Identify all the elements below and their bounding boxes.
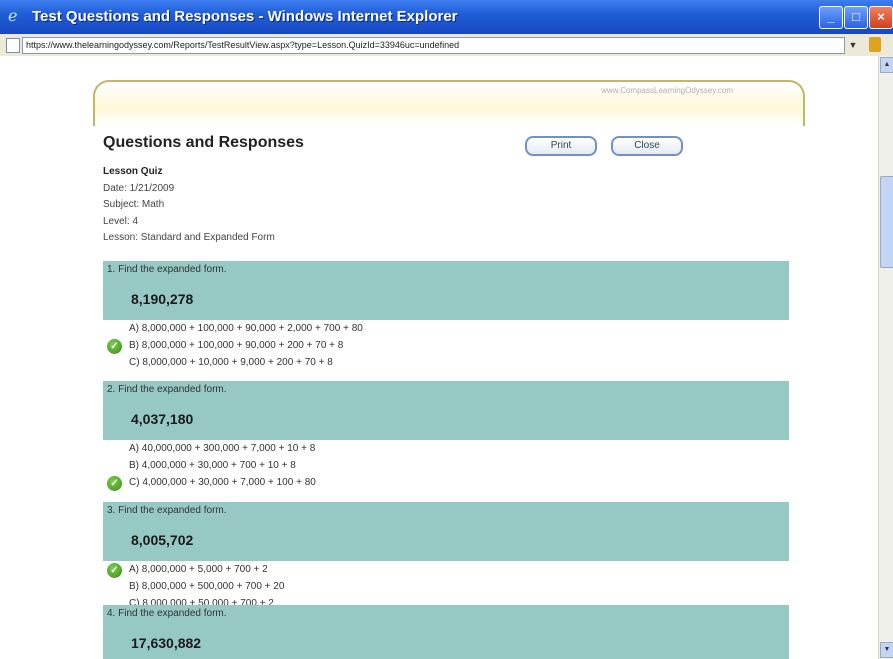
question-header: 1. Find the expanded form. 8,190,278	[103, 261, 789, 320]
lock-icon[interactable]	[869, 37, 881, 52]
question-header: 2. Find the expanded form. 4,037,180	[103, 381, 789, 440]
window-titlebar: ℯ Test Questions and Responses - Windows…	[0, 0, 893, 34]
maximize-button[interactable]: □	[844, 6, 868, 29]
ie-logo-icon: ℯ	[8, 8, 18, 25]
vertical-scrollbar[interactable]: ▲ ▼	[878, 56, 893, 659]
address-bar: https://www.thelearningodyssey.com/Repor…	[0, 34, 893, 57]
scrollbar-thumb[interactable]	[880, 176, 893, 268]
question-prompt: 3. Find the expanded form.	[107, 505, 227, 516]
answer-option: C) 8,000,000 + 10,000 + 9,000 + 200 + 70…	[129, 357, 333, 368]
minimize-button[interactable]: _	[819, 6, 843, 29]
page-title: Questions and Responses	[103, 134, 304, 151]
window-title: Test Questions and Responses - Windows I…	[32, 8, 458, 25]
answer-option: B) 8,000,000 + 100,000 + 90,000 + 200 + …	[129, 340, 344, 351]
address-input[interactable]: https://www.thelearningodyssey.com/Repor…	[22, 37, 845, 54]
question-number-value: 4,037,180	[131, 411, 194, 427]
scroll-up-icon[interactable]: ▲	[880, 57, 893, 73]
check-icon: ✓	[107, 339, 122, 354]
quiz-lesson: Lesson: Standard and Expanded Form	[103, 232, 275, 243]
answer-option: C) 4,000,000 + 30,000 + 7,000 + 100 + 80	[129, 477, 316, 488]
page-header-banner: www.CompassLearningOdyssey.com	[93, 80, 805, 126]
answer-option: A) 8,000,000 + 100,000 + 90,000 + 2,000 …	[129, 323, 363, 334]
scroll-down-icon[interactable]: ▼	[880, 642, 893, 658]
question-header: 4. Find the expanded form. 17,630,882	[103, 605, 789, 659]
question-header: 3. Find the expanded form. 8,005,702	[103, 502, 789, 561]
check-icon: ✓	[107, 563, 122, 578]
question-number-value: 8,190,278	[131, 291, 194, 307]
question-number-value: 8,005,702	[131, 532, 194, 548]
answer-option: B) 8,000,000 + 500,000 + 700 + 20	[129, 581, 285, 592]
quiz-level: Level: 4	[103, 216, 139, 227]
quiz-date: Date: 1/21/2009	[103, 183, 175, 194]
question-prompt: 1. Find the expanded form.	[107, 264, 227, 275]
quiz-subject: Subject: Math	[103, 199, 165, 210]
page-icon	[6, 38, 20, 53]
answer-option: A) 8,000,000 + 5,000 + 700 + 2	[129, 564, 268, 575]
answer-option: A) 40,000,000 + 300,000 + 7,000 + 10 + 8	[129, 443, 316, 454]
print-button[interactable]: Print	[525, 136, 597, 156]
quiz-heading: Lesson Quiz	[103, 166, 163, 177]
question-prompt: 2. Find the expanded form.	[107, 384, 227, 395]
question-number-value: 17,630,882	[131, 635, 202, 651]
chevron-down-icon[interactable]: ▼	[847, 38, 859, 52]
page-content: www.CompassLearningOdyssey.com Questions…	[0, 56, 878, 659]
site-url-label: www.CompassLearningOdyssey.com	[601, 86, 733, 95]
question-prompt: 4. Find the expanded form.	[107, 608, 227, 619]
close-window-button[interactable]: ×	[869, 6, 893, 29]
close-button[interactable]: Close	[611, 136, 683, 156]
check-icon: ✓	[107, 476, 122, 491]
answer-option: B) 4,000,000 + 30,000 + 700 + 10 + 8	[129, 460, 296, 471]
